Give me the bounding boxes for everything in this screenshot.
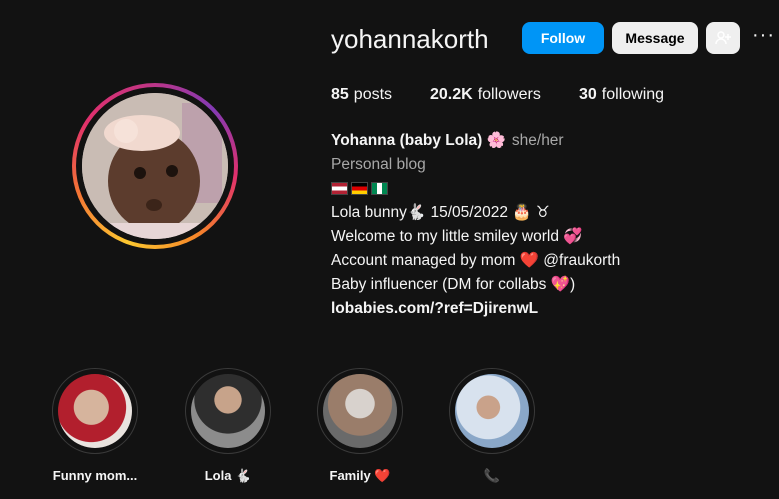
highlight-image [455,374,529,448]
add-user-icon [715,31,731,45]
suggested-accounts-button[interactable] [706,22,740,54]
highlight-label: 📞 [483,468,501,483]
following-count: 30 [579,86,597,103]
profile-bio: Yohanna (baby Lola) 🌸 she/her Personal bl… [331,129,771,321]
highlight-label: Funny mom... [52,468,138,483]
bio-category: Personal blog [331,156,426,173]
bio-line-influencer: Baby influencer (DM for collabs 💖) [331,276,576,293]
followers-label: followers [477,86,541,103]
bio-name-row: Yohanna (baby Lola) 🌸 she/her [331,129,771,153]
bio-line-birthday: Lola bunny🐇 15/05/2022 🎂 ♉ [331,204,550,221]
highlight-cover [449,368,535,454]
followers-count: 20.2K [430,86,473,103]
following-label: following [601,86,665,103]
highlight-item[interactable]: Lola 🐇 [178,368,278,484]
highlight-item[interactable]: Family ❤️ [310,368,410,484]
posts-stat: 85 posts [331,86,430,104]
avatar-image [82,93,228,239]
profile-stats: 85 posts 20.2K followers 30 following [331,86,664,104]
bio-line-managed: Account managed by mom ❤️ @fraukorth [331,252,621,269]
bio-link[interactable]: lobabies.com/?ref=DjirenwL [331,297,771,321]
more-options-icon[interactable]: ··· [752,24,778,52]
highlight-cover [52,368,138,454]
posts-count: 85 [331,86,349,103]
highlight-image [58,374,132,448]
highlight-image [191,374,265,448]
follow-button[interactable]: Follow [522,22,604,54]
highlight-item[interactable]: Funny mom... [45,368,145,483]
bio-pronouns: she/her [511,132,564,149]
avatar-ring-gap [76,87,234,245]
avatar-photo [82,93,228,239]
highlight-item[interactable]: 📞 [442,368,542,484]
bio-display-name: Yohanna (baby Lola) 🌸 [331,132,506,149]
posts-label: posts [353,86,393,103]
profile-avatar[interactable] [72,83,238,249]
profile-username: yohannakorth [331,24,489,54]
followers-stat[interactable]: 20.2K followers [430,86,579,104]
following-stat[interactable]: 30 following [579,86,664,104]
bio-line-welcome: Welcome to my little smiley world 💞 [331,228,583,245]
germany-flag-icon [351,182,368,196]
message-button[interactable]: Message [612,22,698,54]
bio-flags [331,177,771,201]
highlight-image [323,374,397,448]
highlight-label: Family ❤️ [329,468,391,483]
highlight-cover [185,368,271,454]
highlight-cover [317,368,403,454]
us-flag-icon [331,182,348,196]
nigeria-flag-icon [371,182,388,196]
highlight-label: Lola 🐇 [204,468,252,483]
